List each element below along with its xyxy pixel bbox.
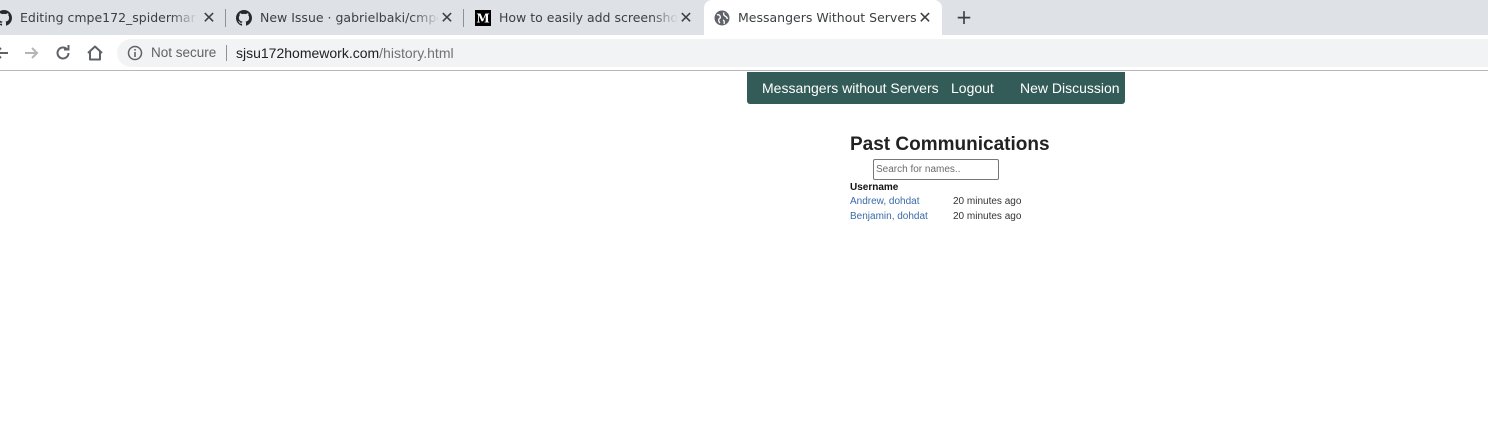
search-input[interactable]	[873, 159, 999, 180]
close-tab-icon[interactable]: ✕	[677, 9, 695, 27]
conversation-link[interactable]: Andrew, dohdat	[850, 196, 920, 208]
home-icon[interactable]	[85, 43, 105, 63]
svg-text:M: M	[476, 12, 489, 26]
browser-tab[interactable]: Editing cmpe172_spiderman/README ✕	[0, 0, 226, 35]
tab-strip: Editing cmpe172_spiderman/README ✕ New I…	[0, 0, 1488, 35]
github-icon	[0, 10, 12, 26]
tab-title: Messangers Without Servers!	[738, 10, 918, 25]
new-tab-icon[interactable]: +	[955, 7, 973, 27]
nav-new-discussion-link[interactable]: New Discussion	[1020, 80, 1120, 96]
security-label: Not secure	[151, 45, 217, 60]
nav-brand-link[interactable]: Messangers without Servers	[762, 80, 939, 96]
nav-logout-link[interactable]: Logout	[951, 80, 994, 96]
browser-tab-active[interactable]: Messangers Without Servers! ✕	[704, 0, 942, 35]
close-tab-icon[interactable]: ✕	[916, 9, 934, 27]
url-host: sjsu172homework.com	[236, 45, 380, 61]
github-icon	[236, 10, 252, 26]
table-row: Benjamin, dohdat 20 minutes ago	[850, 211, 1030, 225]
reload-icon[interactable]	[53, 43, 73, 63]
conversation-link[interactable]: Benjamin, dohdat	[850, 211, 928, 223]
browser-toolbar: Not secure sjsu172homework.com/history.h…	[0, 35, 1488, 71]
page-title: Past Communications	[850, 134, 1050, 155]
page-content: Messangers without Servers Logout New Di…	[0, 72, 1488, 446]
info-icon[interactable]	[127, 45, 143, 61]
address-bar[interactable]: Not secure sjsu172homework.com/history.h…	[117, 39, 1488, 67]
url-text[interactable]: sjsu172homework.com/history.html	[236, 44, 454, 62]
back-icon[interactable]	[0, 43, 12, 63]
close-tab-icon[interactable]: ✕	[438, 9, 456, 27]
medium-icon: M	[475, 10, 491, 26]
browser-tab[interactable]: New Issue · gabrielbaki/cmpe172 ✕	[226, 0, 464, 35]
globe-icon	[714, 10, 730, 26]
forward-icon[interactable]	[21, 43, 41, 63]
url-path: /history.html	[379, 45, 454, 61]
table-header-username: Username	[850, 182, 899, 193]
site-navbar: Messangers without Servers Logout New Di…	[747, 72, 1125, 104]
conversation-time: 20 minutes ago	[953, 211, 1022, 222]
close-tab-icon[interactable]: ✕	[200, 9, 218, 27]
conversation-time: 20 minutes ago	[953, 196, 1022, 207]
table-row: Andrew, dohdat 20 minutes ago	[850, 196, 1030, 210]
browser-tab[interactable]: M How to easily add screenshots into ✕	[464, 0, 704, 35]
